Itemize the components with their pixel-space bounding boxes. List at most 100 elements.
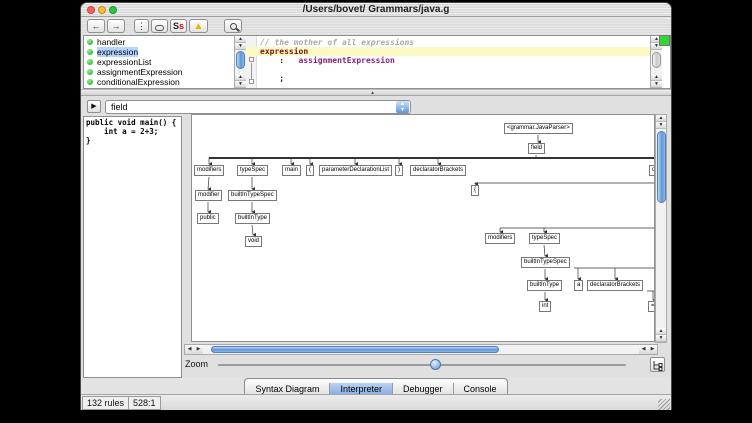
resize-grip[interactable] <box>658 399 670 410</box>
rule-list-item[interactable]: expressionList <box>84 57 234 67</box>
scroll-up-icon[interactable]: ▲ <box>656 115 666 122</box>
rule-list-item[interactable]: handler <box>84 37 234 47</box>
scroll-right-icon[interactable]: ▶ <box>194 345 203 354</box>
tree-node[interactable]: ( <box>306 165 314 176</box>
rule-list-item[interactable]: assignmentExpression <box>84 67 234 77</box>
tree-node[interactable]: builtInTypeSpec <box>521 257 570 268</box>
tree-node[interactable]: typeSpec <box>529 233 560 244</box>
forward-button[interactable]: → <box>107 19 125 33</box>
find-button[interactable] <box>224 19 242 33</box>
editor-line: expression <box>246 47 650 56</box>
tree-node[interactable]: ) <box>395 165 403 176</box>
forward-icon: → <box>112 21 121 31</box>
sort-icon: ⋮ <box>137 21 146 31</box>
start-rule-select[interactable]: field ▲▼ <box>105 100 411 114</box>
rule-list-item[interactable]: expression <box>84 47 234 57</box>
input-line: int a = 2+3; <box>86 127 181 136</box>
tree-node[interactable]: modifier <box>195 190 222 201</box>
tree-node[interactable]: builtInType <box>527 280 562 291</box>
editor-line: ; <box>260 74 650 83</box>
fold-line <box>251 63 252 79</box>
combo-stepper-icon[interactable]: ▲▼ <box>396 101 409 113</box>
editor-section: handlerexpressionexpressionListassignmen… <box>83 35 671 89</box>
editor-line: : assignmentExpression <box>260 56 650 65</box>
editor-lines: // the mother of all expressionsexpressi… <box>260 38 650 83</box>
zoom-slider-thumb[interactable] <box>430 359 441 370</box>
tree-node[interactable]: declaratorBrackets <box>410 165 466 176</box>
scroll-down-icon[interactable]: ▼ <box>651 81 662 88</box>
tree-node[interactable]: public <box>197 213 219 224</box>
tree-node[interactable]: builtInTypeSpec <box>228 190 277 201</box>
rule-list-item[interactable]: conditionalExpression <box>84 77 234 87</box>
scroll-up-icon[interactable]: ▲ <box>235 36 246 43</box>
tree-node[interactable]: void <box>245 236 262 247</box>
rule-name: conditionalExpression <box>97 77 180 87</box>
back-icon: ← <box>92 21 101 31</box>
scroll-down-icon[interactable]: ▼ <box>235 43 246 50</box>
tree-edge <box>208 177 209 189</box>
syntax-coloring-button[interactable]: Ss <box>170 19 187 33</box>
play-icon: ▶ <box>91 103 96 110</box>
rule-list-scrollbar[interactable]: ▲ ▼ ▲ ▼ <box>234 36 246 88</box>
tree-edge <box>544 245 545 256</box>
zoom-controls: Zoom <box>81 356 671 376</box>
tree-node[interactable]: <grammar.JavaParser> <box>504 123 573 134</box>
tree-node[interactable]: int <box>539 301 551 312</box>
view-tabs: Syntax DiagramInterpreterDebuggerConsole <box>81 377 671 394</box>
title-bar[interactable]: /Users/bovet/ Grammars/java.g <box>81 3 671 17</box>
coloring-icon: Ss <box>173 21 184 31</box>
tree-node[interactable]: typeSpec <box>237 165 268 176</box>
search-icon <box>230 23 237 30</box>
app-window: /Users/bovet/ Grammars/java.g ← → ⋮ Ss ▲… <box>80 2 672 410</box>
rule-status-icon <box>87 69 93 75</box>
rule-name: handler <box>97 37 125 47</box>
check-grammar-button[interactable]: ▲ <box>189 19 208 33</box>
back-button[interactable]: ← <box>87 19 105 33</box>
tree-node[interactable]: field <box>528 143 545 154</box>
scrollbar-thumb[interactable] <box>652 52 661 68</box>
scroll-right-icon[interactable]: ▶ <box>648 345 657 354</box>
tree-node[interactable]: declaratorBrackets <box>587 280 643 291</box>
zoom-slider[interactable] <box>218 364 626 366</box>
sort-rules-button[interactable]: ⋮ <box>134 19 149 33</box>
tree-node[interactable]: modifiers <box>194 165 224 176</box>
tree-node[interactable]: = <box>648 301 655 312</box>
tree-edge <box>252 225 253 235</box>
grammar-editor[interactable]: // the mother of all expressionsexpressi… <box>246 36 650 88</box>
fold-gutter[interactable] <box>246 36 257 88</box>
scroll-down-icon[interactable]: ▼ <box>656 122 666 129</box>
fold-marker-icon[interactable] <box>249 79 254 84</box>
tree-node[interactable]: builtInType <box>235 213 270 224</box>
tree-node[interactable]: modifiers <box>485 233 515 244</box>
scroll-left-icon[interactable]: ◀ <box>639 345 648 354</box>
tree-node[interactable]: parameterDeclarationList <box>319 165 392 176</box>
diagram-icon <box>155 25 164 31</box>
rule-list: handlerexpressionexpressionListassignmen… <box>84 36 234 88</box>
scroll-up-icon[interactable]: ▲ <box>656 328 666 335</box>
tree-node[interactable]: main <box>282 165 301 176</box>
scroll-up-icon[interactable]: ▲ <box>235 74 246 81</box>
tree-node[interactable]: a <box>574 280 583 291</box>
interpreter-input[interactable]: public void main() { int a = 2+3;} <box>83 116 182 378</box>
warning-icon: ▲ <box>194 21 204 32</box>
scroll-down-icon[interactable]: ▼ <box>656 335 666 342</box>
scroll-left-icon[interactable]: ◀ <box>185 345 194 354</box>
start-rule-value: field <box>111 102 128 112</box>
fold-marker-icon[interactable] <box>249 57 254 62</box>
scrollbar-thumb[interactable] <box>657 131 666 203</box>
scrollbar-thumb[interactable] <box>236 51 245 69</box>
rule-name: expressionList <box>97 57 151 67</box>
pane-splitter[interactable]: ▲ <box>81 89 671 96</box>
parse-tree-view[interactable]: <grammar.JavaParser> field modifiers typeSp… <box>191 114 655 342</box>
tree-scrollbar-vertical[interactable]: ▲ ▼ ▲ ▼ <box>655 114 667 343</box>
run-interpreter-button[interactable]: ▶ <box>87 100 101 113</box>
scroll-up-icon[interactable]: ▲ <box>651 74 662 81</box>
rule-status-icon <box>87 49 93 55</box>
tree-view-toggle-button[interactable] <box>650 357 665 372</box>
interpreter-panel: ▶ field ▲▼ public void main() { int a = … <box>81 96 671 377</box>
scrollbar-thumb[interactable] <box>211 346 499 353</box>
tree-node[interactable]: { <box>471 185 479 196</box>
tree-scrollbar-horizontal[interactable]: ◀ ▶ ◀ ▶ <box>184 344 658 355</box>
scroll-down-icon[interactable]: ▼ <box>235 81 246 88</box>
syntax-diagram-button[interactable] <box>151 19 168 33</box>
